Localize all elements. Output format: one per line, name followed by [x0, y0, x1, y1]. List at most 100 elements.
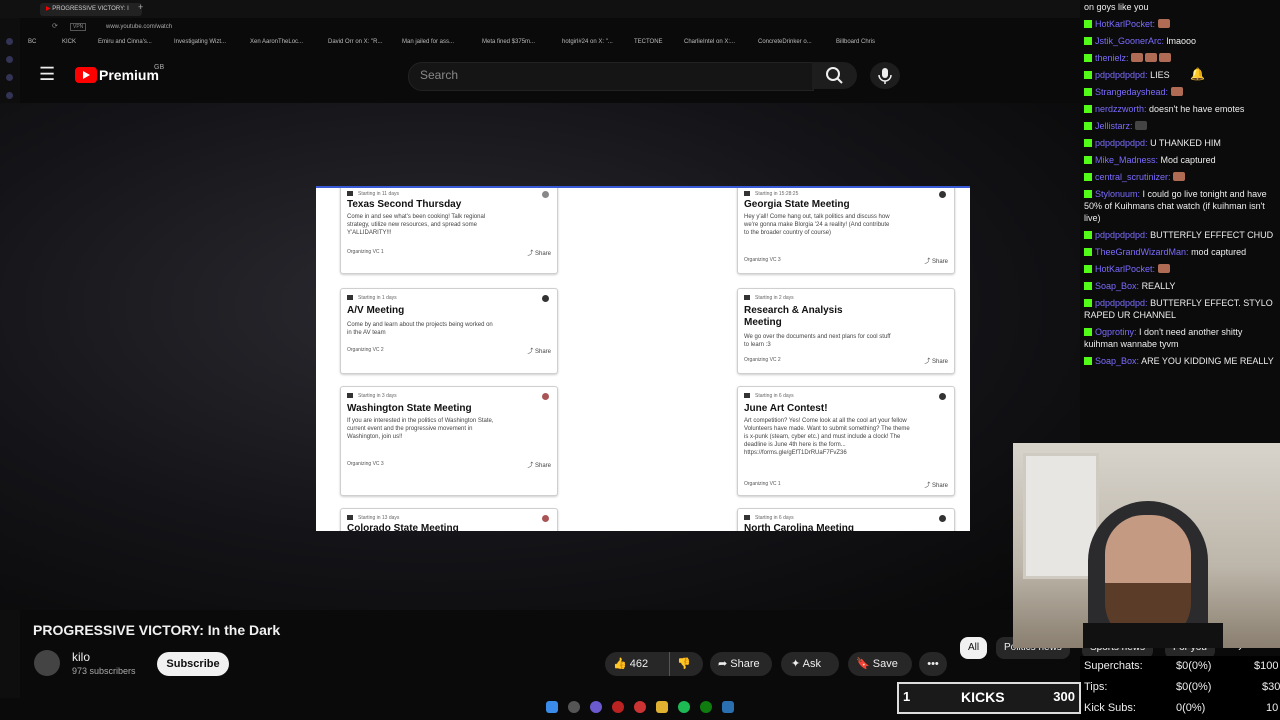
new-tab-button[interactable]: + [138, 2, 143, 12]
address-bar[interactable]: ⟳ VPN www.youtube.com/watch [22, 20, 1080, 36]
bookmark-11[interactable]: ConcreteDrinker o... [758, 39, 812, 45]
premium-logo-text[interactable]: Premium [99, 67, 159, 83]
calendar-icon [744, 191, 750, 196]
bookmark-icon: 🔖 [856, 658, 873, 670]
folder-app-icon[interactable] [656, 701, 668, 713]
emote-icon [1135, 121, 1148, 130]
share-button[interactable]: ⤴ Share [527, 460, 551, 469]
bookmark-1[interactable]: KICK [62, 39, 76, 45]
sub-badge-icon [1084, 37, 1092, 45]
chrome-app-icon[interactable] [634, 701, 646, 713]
browser-tab-bar: ▶ PROGRESSIVE VICTORY: I + [0, 0, 1080, 18]
share-button[interactable]: ⤴ Share [924, 356, 948, 365]
sub-badge-icon [1084, 173, 1092, 181]
sub-badge-icon [1084, 105, 1092, 113]
chat-message: Jellistarz: [1080, 119, 1280, 136]
share-icon: ⤴ [527, 251, 535, 257]
ask-button[interactable]: ✦ Ask [781, 652, 839, 676]
bookmark-10[interactable]: CharlieIntel on X:... [684, 39, 735, 45]
share-video-button[interactable]: ➦ Share [710, 652, 772, 676]
sidebar-app-icon[interactable] [6, 92, 13, 99]
bookmark-2[interactable]: Emiru and Cinna's... [98, 39, 152, 45]
bookmark-12[interactable]: Billboard Chris [836, 39, 875, 45]
opera-app-icon[interactable] [612, 701, 624, 713]
channel-avatar[interactable] [34, 650, 60, 676]
chat-message: HotKarlPocket: [1080, 17, 1280, 34]
bookmark-8[interactable]: hotgirl#24 on X: "... [562, 39, 613, 45]
menu-icon[interactable]: ☰ [39, 64, 55, 85]
share-button[interactable]: ⤴ Share [527, 248, 551, 257]
emote-icon [1173, 172, 1186, 181]
taskbar [540, 698, 740, 720]
sub-badge-icon [1084, 231, 1092, 239]
status-dot [939, 191, 946, 198]
bookmark-0[interactable]: BC [28, 39, 36, 45]
sub-badge-icon [1084, 299, 1092, 307]
share-icon: ⤴ [924, 483, 932, 489]
chat-message: TheeGrandWizardMan: mod captured [1080, 245, 1280, 262]
sidebar-app-icon[interactable] [6, 74, 13, 81]
sidebar-app-icon[interactable] [6, 38, 13, 45]
sub-badge-icon [1084, 282, 1092, 290]
event-card: Starting in 3 days Washington State Meet… [340, 386, 558, 496]
search-input[interactable]: Search [420, 62, 458, 89]
share-icon: ⤴ [527, 463, 535, 469]
sidebar-app-icon[interactable] [6, 56, 13, 63]
youtube-logo-icon[interactable] [75, 67, 97, 83]
chat-message: Jstik_GoonerArc: lmaooo [1080, 34, 1280, 51]
sub-badge-icon [1084, 20, 1092, 28]
thumbs-down-icon: 👎 [677, 658, 691, 670]
windows-start-icon[interactable] [546, 701, 558, 713]
save-button[interactable]: 🔖 Save [848, 652, 912, 676]
status-dot [542, 393, 549, 400]
chat-message: central_scrutinizer: [1080, 170, 1280, 187]
mic-icon [878, 68, 892, 84]
search-box[interactable] [408, 62, 814, 91]
telegram-app-icon[interactable] [722, 701, 734, 713]
chat-message: pdpdpdpdpd: BUTTERFLY EFFECT. STYLO RAPE… [1084, 298, 1273, 320]
stat-kick-subs: Kick Subs: [1084, 702, 1136, 714]
voice-search-button[interactable] [870, 62, 900, 89]
bell-icon[interactable]: 🔔 [1190, 68, 1205, 80]
bookmark-3[interactable]: Investigating Wizt... [174, 39, 226, 45]
bookmark-7[interactable]: Meta fined $375m... [482, 39, 535, 45]
thumbs-up-icon: 👍 [613, 658, 627, 670]
calendar-icon [347, 393, 353, 398]
sub-badge-icon [1084, 190, 1092, 198]
chip-all[interactable]: All [960, 637, 988, 659]
chat-message: Strangedayshead: [1080, 85, 1280, 102]
more-actions-button[interactable]: ••• [919, 652, 947, 676]
subscriber-count: 973 subscribers [72, 666, 136, 676]
channel-name[interactable]: kilo [72, 650, 90, 664]
emote-icon [1131, 53, 1144, 62]
bookmark-4[interactable]: Xen AaronTheLoc... [250, 39, 303, 45]
share-button[interactable]: ⤴ Share [527, 346, 551, 355]
subscribe-button[interactable]: Subscribe [157, 652, 229, 676]
calendar-icon [347, 515, 353, 520]
like-button[interactable]: 👍 462 [613, 652, 648, 676]
share-button[interactable]: ⤴ Share [924, 480, 948, 489]
sub-badge-icon [1084, 156, 1092, 164]
search-icon[interactable] [568, 701, 580, 713]
webcam-overlay [1013, 443, 1280, 648]
share-icon: ⤴ [924, 259, 932, 265]
vpn-badge[interactable]: VPN [70, 23, 87, 31]
active-tab[interactable]: ▶ PROGRESSIVE VICTORY: I [40, 3, 142, 16]
share-icon: ⤴ [924, 359, 932, 365]
status-dot [542, 515, 549, 522]
status-dot [939, 393, 946, 400]
reload-icon[interactable]: ⟳ [52, 22, 58, 30]
search-button[interactable] [812, 62, 857, 89]
browser-app-icon[interactable] [590, 701, 602, 713]
sub-badge-icon [1084, 139, 1092, 147]
bookmark-9[interactable]: TECTONE [634, 39, 663, 45]
event-card: Starting in 6 days June Art Contest! Art… [737, 386, 955, 496]
calendar-icon [347, 191, 353, 196]
share-button[interactable]: ⤴ Share [924, 256, 948, 265]
bookmark-5[interactable]: David Orr on X: "R... [328, 39, 382, 45]
spotify-app-icon[interactable] [678, 701, 690, 713]
dislike-button[interactable]: 👎 [677, 652, 691, 676]
chat-message: nerdzzworth: doesn't he have emotes [1080, 102, 1280, 119]
xbox-app-icon[interactable] [700, 701, 712, 713]
bookmark-6[interactable]: Man jailed for ass... [402, 39, 454, 45]
